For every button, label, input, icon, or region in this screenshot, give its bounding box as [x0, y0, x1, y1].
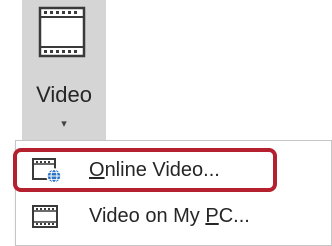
film-strip-icon — [38, 6, 86, 58]
film-strip-icon — [32, 205, 58, 228]
menu-item-video-on-my-pc-label: Video on My PC... — [89, 205, 250, 228]
menu-item-online-video-label: Online Video... — [89, 159, 220, 182]
chevron-down-icon: ▾ — [61, 118, 67, 130]
video-button-label: Video — [36, 82, 92, 107]
menu-item-video-on-my-pc-label-prefix: Video on My — [89, 205, 206, 227]
video-dropdown-menu: Online Video... Video on My PC... — [15, 140, 332, 246]
ribbon-background — [0, 0, 22, 140]
menu-item-video-on-my-pc[interactable]: Video on My PC... — [22, 196, 322, 238]
menu-item-online-video-label-rest: nline Video... — [104, 159, 220, 181]
menu-item-video-on-my-pc-label-rest: C... — [218, 205, 250, 227]
menu-item-online-video[interactable]: Online Video... — [22, 150, 322, 192]
mnemonic-letter-o: O — [89, 159, 105, 181]
video-dropdown-button[interactable]: Video ▾ — [22, 0, 106, 140]
mnemonic-letter-p: P — [205, 205, 219, 227]
online-video-icon — [32, 158, 62, 184]
